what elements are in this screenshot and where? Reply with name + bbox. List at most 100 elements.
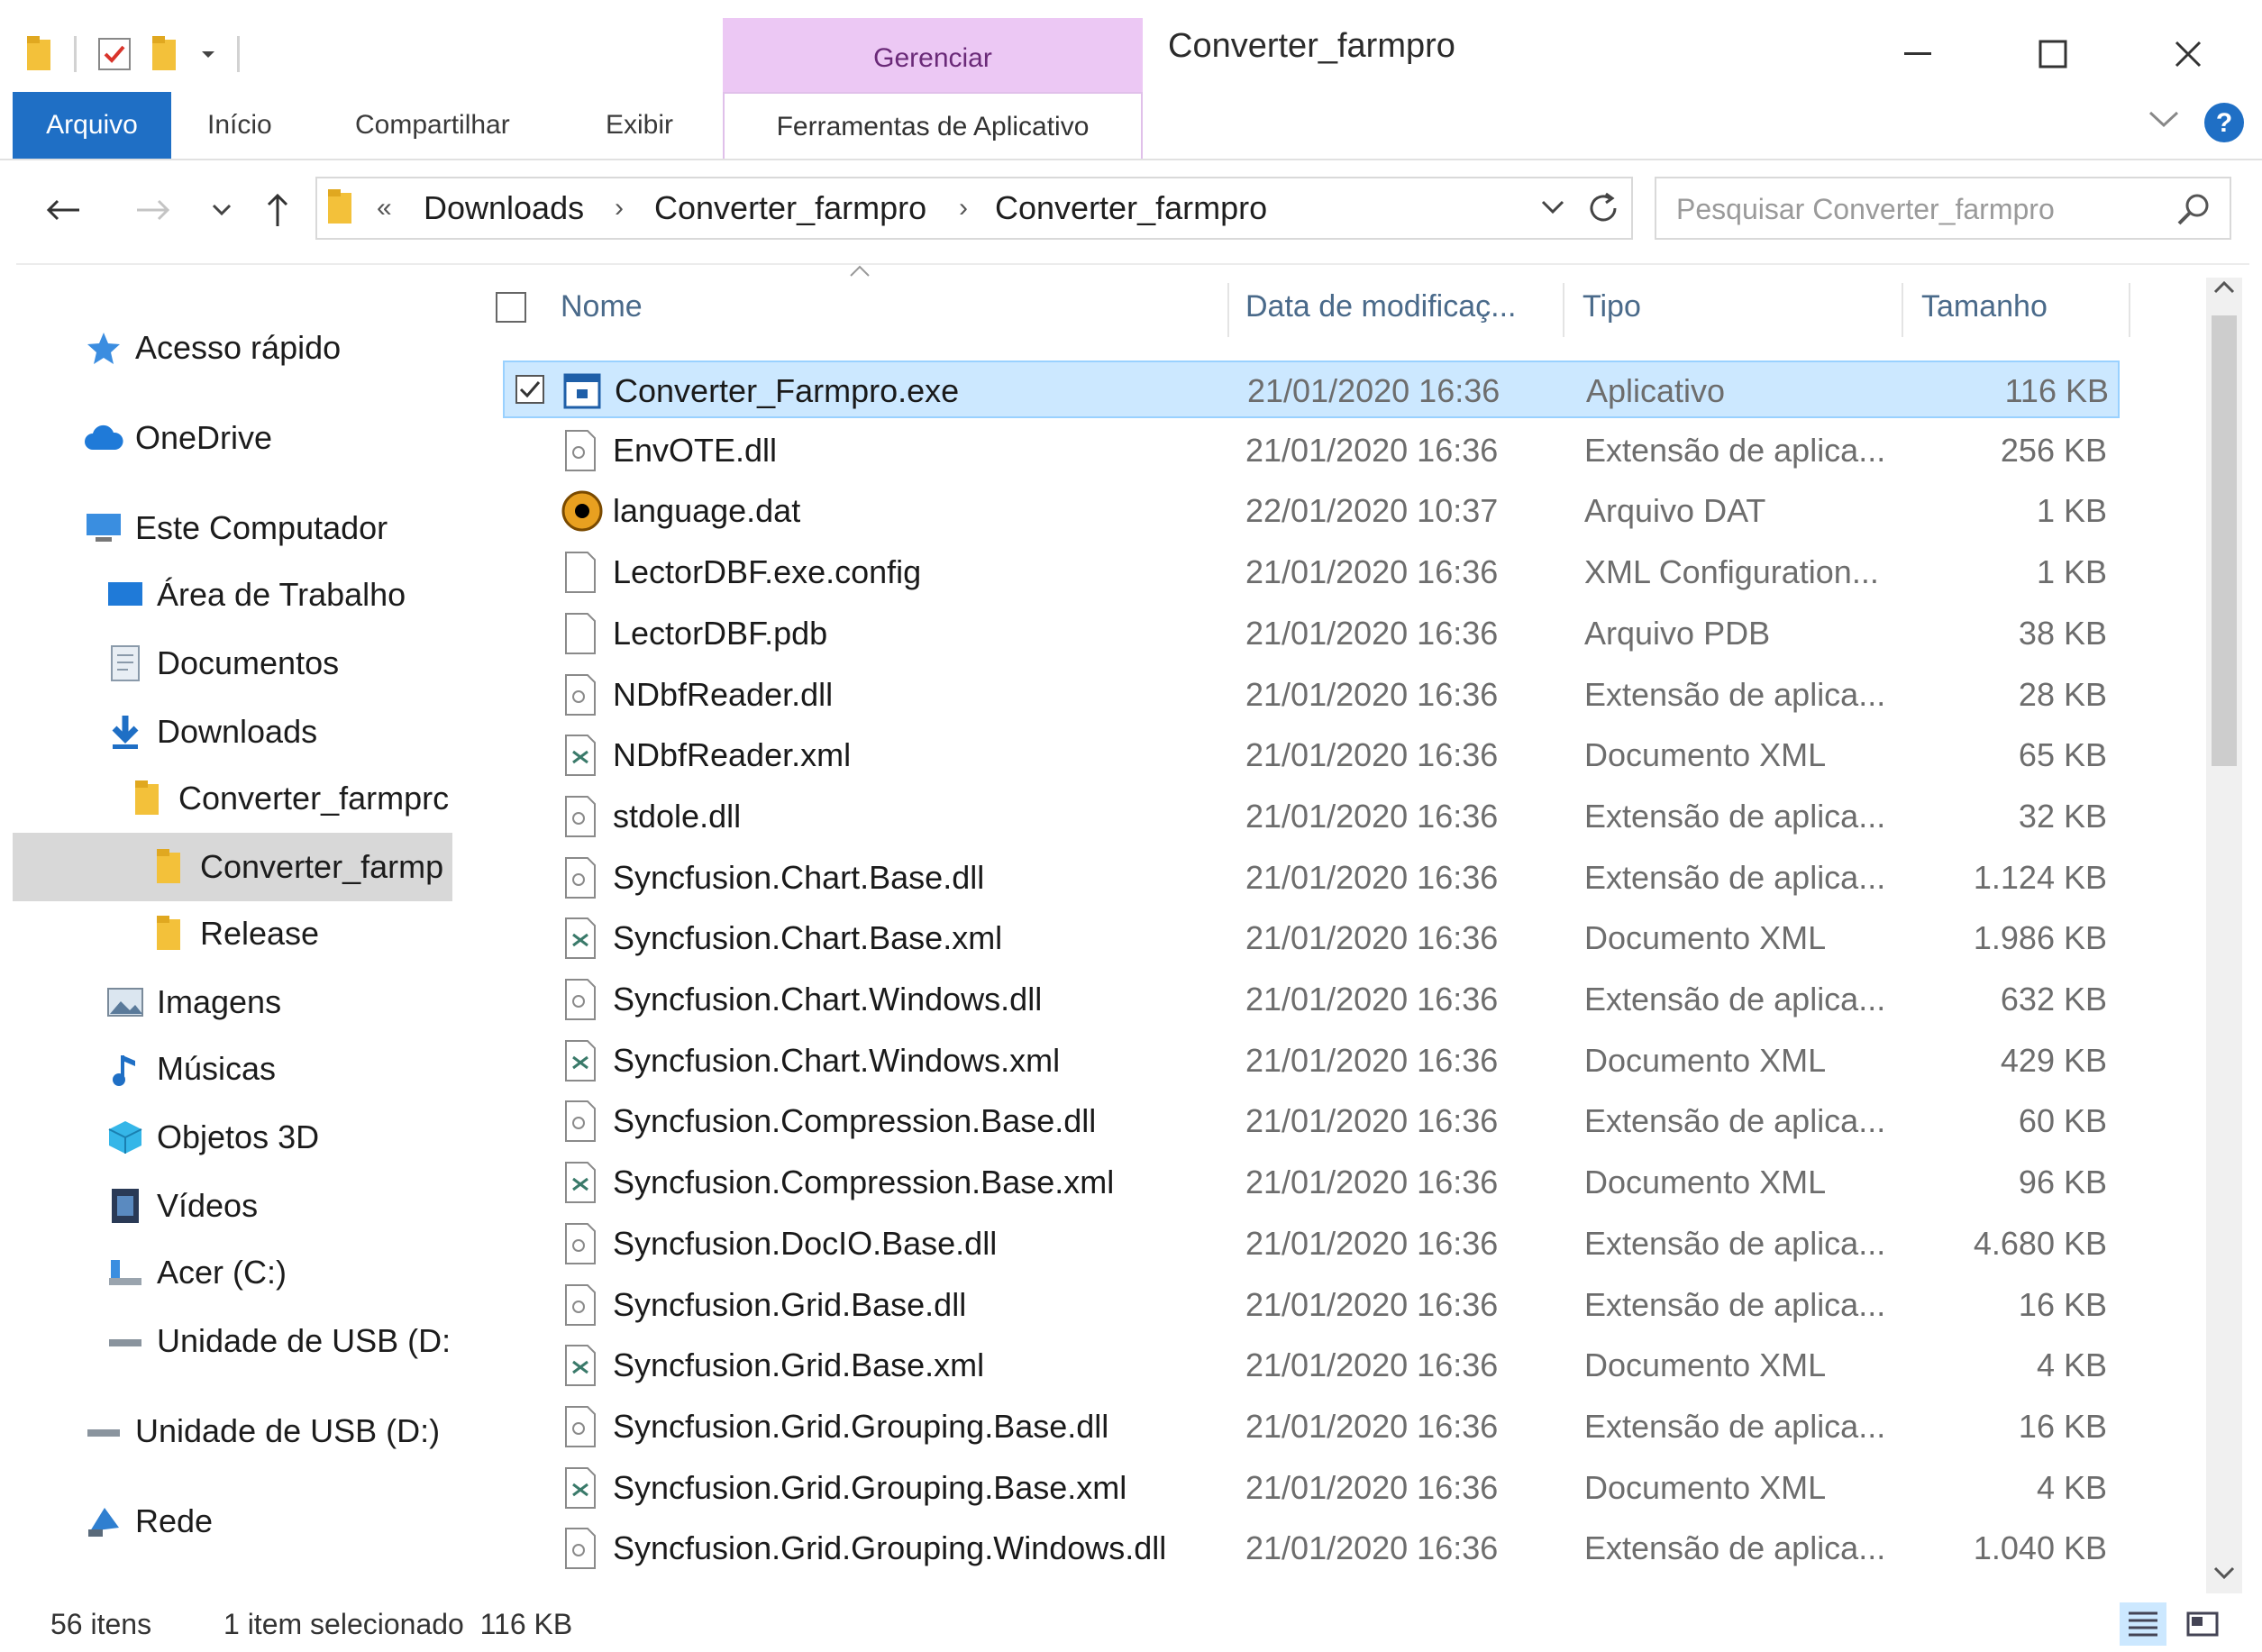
nav-item-area-de-trabalho[interactable]: Área de Trabalho: [105, 566, 406, 624]
maximize-button[interactable]: [1999, 18, 2107, 90]
manage-context-tab[interactable]: Gerenciar: [723, 18, 1143, 99]
chevron-right-icon[interactable]: ›: [615, 178, 624, 238]
breadcrumb-converter-farmpro-current[interactable]: Converter_farmpro: [995, 178, 1267, 238]
file-row[interactable]: Syncfusion.Compression.Base.xml 21/01/202…: [503, 1154, 2120, 1211]
column-header-name[interactable]: Nome: [561, 270, 786, 342]
file-row[interactable]: Syncfusion.Grid.Base.dll 21/01/2020 16:36…: [503, 1276, 2120, 1334]
file-size: 16 KB: [2018, 1285, 2107, 1323]
breadcrumb-converter-farmpro[interactable]: Converter_farmpro: [654, 178, 926, 238]
tab-inicio[interactable]: Início: [207, 92, 272, 159]
column-header-date[interactable]: Data de modificaç...: [1245, 270, 1543, 342]
refresh-icon[interactable]: [1586, 191, 1620, 225]
new-folder-icon[interactable]: [152, 36, 179, 72]
tab-compartilhar[interactable]: Compartilhar: [355, 92, 510, 159]
nav-item-musicas[interactable]: Músicas: [105, 1040, 276, 1098]
breadcrumb-overflow-icon[interactable]: «: [377, 178, 392, 238]
xml-icon: [561, 734, 600, 777]
file-row[interactable]: NDbfReader.xml 21/01/2020 16:36 Documento …: [503, 726, 2120, 784]
file-type: Extensão de aplica...: [1584, 1224, 1886, 1262]
file-date: 21/01/2020 16:36: [1245, 797, 1499, 835]
row-checkbox[interactable]: [515, 375, 544, 404]
nav-item-downloads[interactable]: Downloads: [105, 703, 317, 761]
nav-item-acesso-rapido[interactable]: Acesso rápido: [83, 319, 341, 377]
nav-item-este-computador[interactable]: Este Computador: [83, 499, 388, 557]
scroll-down-icon[interactable]: [2213, 1566, 2235, 1580]
pictures-icon: [105, 981, 146, 1023]
column-divider[interactable]: [1902, 283, 1903, 337]
file-row[interactable]: Syncfusion.Chart.Windows.xml 21/01/2020 1…: [503, 1032, 2120, 1090]
file-name: Syncfusion.Grid.Base.dll: [613, 1285, 967, 1323]
details-view-icon: [2129, 1611, 2157, 1637]
file-row[interactable]: LectorDBF.pdb 21/01/2020 16:36 Arquivo PDB…: [503, 605, 2120, 662]
tab-arquivo[interactable]: Arquivo: [13, 92, 171, 159]
tab-exibir[interactable]: Exibir: [606, 92, 673, 159]
column-header-type[interactable]: Tipo: [1582, 270, 1763, 342]
tab-ferramentas-de-aplicativo[interactable]: Ferramentas de Aplicativo: [723, 92, 1143, 160]
file-row[interactable]: Syncfusion.Grid.Grouping.Windows.dll 21/0…: [503, 1520, 2120, 1577]
file-row[interactable]: Converter_Farmpro.exe 21/01/2020 16:36 Apl…: [503, 361, 2120, 418]
nav-item-objetos-3d[interactable]: Objetos 3D: [105, 1109, 319, 1166]
scrollbar-thumb[interactable]: [2212, 315, 2237, 766]
file-date: 21/01/2020 16:36: [1245, 1529, 1499, 1567]
file-row[interactable]: stdole.dll 21/01/2020 16:36 Extensão de ap…: [503, 788, 2120, 845]
search-input[interactable]: [1674, 186, 2183, 233]
column-header-bar: Nome Data de modificaç... Tipo Tamanho: [469, 265, 2130, 342]
minimize-button[interactable]: [1864, 18, 1972, 90]
column-divider[interactable]: [2129, 283, 2130, 337]
file-row[interactable]: Syncfusion.Compression.Base.dll 21/01/202…: [503, 1092, 2120, 1150]
download-icon: [105, 711, 146, 753]
details-view-button[interactable]: [2120, 1602, 2166, 1646]
folder-icon[interactable]: [27, 36, 54, 72]
file-row[interactable]: Syncfusion.Chart.Windows.dll 21/01/2020 1…: [503, 971, 2120, 1028]
help-icon[interactable]: ?: [2203, 101, 2246, 144]
large-icons-view-icon: [2186, 1611, 2219, 1637]
file-row[interactable]: Syncfusion.Chart.Base.dll 21/01/2020 16:3…: [503, 849, 2120, 907]
recent-locations-button[interactable]: [195, 180, 249, 240]
back-button[interactable]: [36, 180, 90, 240]
search-icon[interactable]: [2175, 191, 2212, 227]
file-size: 4.680 KB: [1973, 1224, 2107, 1262]
nav-item-usb-drive[interactable]: Unidade de USB (D:): [83, 1402, 440, 1460]
toolbar-separator: [237, 36, 240, 72]
nav-item-converter-farmpro-parent[interactable]: Converter_farmprc: [126, 770, 460, 827]
address-history-chevron-icon[interactable]: [1541, 200, 1564, 214]
nav-item-converter-farmpro-current[interactable]: Converter_farmp: [148, 838, 454, 896]
file-row[interactable]: language.dat 22/01/2020 10:37 Arquivo DAT 1…: [503, 482, 2120, 540]
file-row[interactable]: EnvOTE.dll 21/01/2020 16:36 Extensão de ap…: [503, 422, 2120, 479]
file-row[interactable]: Syncfusion.DocIO.Base.dll 21/01/2020 16:3…: [503, 1215, 2120, 1273]
nav-item-release[interactable]: Release: [148, 905, 319, 963]
nav-item-acer-c[interactable]: Acer (C:): [105, 1244, 287, 1301]
forward-button[interactable]: [126, 180, 180, 240]
nav-item-videos[interactable]: Vídeos: [105, 1177, 258, 1235]
nav-item-documentos[interactable]: Documentos: [105, 634, 339, 692]
column-divider[interactable]: [1227, 283, 1229, 337]
properties-icon[interactable]: [96, 36, 132, 72]
file-row[interactable]: NDbfReader.dll 21/01/2020 16:36 Extensão d…: [503, 666, 2120, 724]
file-size: 4 KB: [2036, 1346, 2107, 1384]
address-bar[interactable]: « Downloads › Converter_farmpro › Conver…: [315, 177, 1633, 240]
nav-item-usb-drive-nested[interactable]: Unidade de USB (D:: [105, 1312, 465, 1370]
chevron-right-icon[interactable]: ›: [959, 178, 968, 238]
file-row[interactable]: Syncfusion.Grid.Grouping.Base.xml 21/01/2…: [503, 1459, 2120, 1517]
nav-item-imagens[interactable]: Imagens: [105, 973, 281, 1031]
column-header-size[interactable]: Tamanho: [1921, 270, 2102, 342]
file-row[interactable]: LectorDBF.exe.config 21/01/2020 16:36 XML …: [503, 543, 2120, 601]
up-arrow-icon: [267, 193, 288, 226]
column-divider[interactable]: [1563, 283, 1564, 337]
file-row[interactable]: Syncfusion.Grid.Grouping.Base.dll 21/01/2…: [503, 1398, 2120, 1456]
scroll-up-icon[interactable]: [2213, 280, 2235, 294]
search-box[interactable]: [1655, 177, 2231, 240]
file-row[interactable]: Syncfusion.Grid.Base.xml 21/01/2020 16:36…: [503, 1337, 2120, 1394]
nav-item-rede[interactable]: Rede: [83, 1492, 213, 1550]
expand-ribbon-icon[interactable]: [2148, 110, 2179, 128]
close-button[interactable]: [2134, 18, 2242, 90]
select-all-checkbox[interactable]: [496, 292, 526, 323]
nav-item-onedrive[interactable]: OneDrive: [83, 409, 272, 467]
large-icons-view-button[interactable]: [2179, 1602, 2226, 1646]
file-row[interactable]: Syncfusion.Chart.Base.xml 21/01/2020 16:3…: [503, 909, 2120, 967]
up-button[interactable]: [251, 180, 305, 240]
customize-toolbar-icon[interactable]: [199, 45, 217, 63]
breadcrumb-downloads[interactable]: Downloads: [424, 178, 584, 238]
exe-icon: [562, 370, 602, 413]
file-type: Documento XML: [1584, 1041, 1827, 1079]
